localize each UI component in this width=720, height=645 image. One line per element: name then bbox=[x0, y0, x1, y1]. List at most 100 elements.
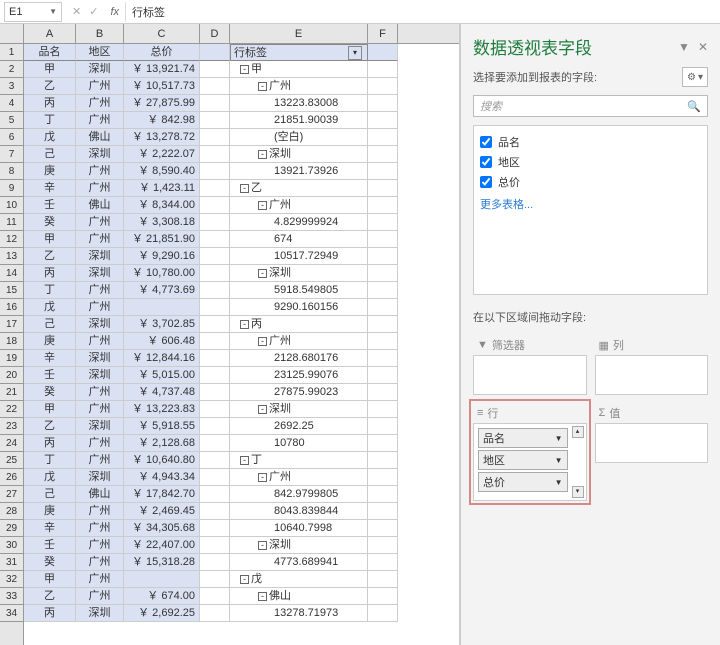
scroll-up-icon[interactable]: ▴ bbox=[572, 426, 584, 438]
cell[interactable] bbox=[368, 146, 398, 163]
cell[interactable]: -广州 bbox=[230, 469, 368, 486]
cell[interactable]: -深圳 bbox=[230, 146, 368, 163]
column-header-F[interactable]: F bbox=[368, 24, 398, 43]
cell[interactable]: 深圳 bbox=[76, 367, 124, 384]
cell[interactable]: 辛 bbox=[24, 520, 76, 537]
filter-zone[interactable]: ▼筛选器 bbox=[469, 331, 591, 399]
cell[interactable] bbox=[368, 112, 398, 129]
cell[interactable]: 广州 bbox=[76, 452, 124, 469]
cell[interactable]: 广州 bbox=[76, 537, 124, 554]
cell[interactable]: 丁 bbox=[24, 452, 76, 469]
cell[interactable]: ￥ 13,921.74 bbox=[124, 61, 200, 78]
cell[interactable] bbox=[200, 554, 230, 571]
cell[interactable]: ￥ 3,702.85 bbox=[124, 316, 200, 333]
cell[interactable] bbox=[200, 231, 230, 248]
tree-toggle-icon[interactable]: - bbox=[240, 320, 249, 329]
cell[interactable]: -甲 bbox=[230, 61, 368, 78]
row-header[interactable]: 19 bbox=[0, 350, 23, 367]
cell[interactable]: 广州 bbox=[76, 571, 124, 588]
scroll-down-icon[interactable]: ▾ bbox=[572, 486, 584, 498]
row-header[interactable]: 32 bbox=[0, 571, 23, 588]
column-header-D[interactable]: D bbox=[200, 24, 230, 43]
cell[interactable]: 5918.549805 bbox=[230, 282, 368, 299]
row-header[interactable]: 5 bbox=[0, 112, 23, 129]
pane-close-icon[interactable]: ✕ bbox=[698, 40, 708, 54]
row-header[interactable]: 17 bbox=[0, 316, 23, 333]
cell[interactable]: 辛 bbox=[24, 180, 76, 197]
cell[interactable] bbox=[368, 214, 398, 231]
cell[interactable]: 甲 bbox=[24, 231, 76, 248]
cell[interactable]: ￥ 8,344.00 bbox=[124, 197, 200, 214]
cell[interactable] bbox=[200, 503, 230, 520]
cell[interactable]: 己 bbox=[24, 316, 76, 333]
cell[interactable] bbox=[200, 520, 230, 537]
field-checkbox[interactable] bbox=[480, 136, 492, 148]
cell[interactable]: ￥ 2,469.45 bbox=[124, 503, 200, 520]
cell[interactable]: 广州 bbox=[76, 554, 124, 571]
row-header[interactable]: 28 bbox=[0, 503, 23, 520]
cell[interactable]: ￥ 5,015.00 bbox=[124, 367, 200, 384]
cell[interactable] bbox=[124, 571, 200, 588]
cell[interactable]: 甲 bbox=[24, 571, 76, 588]
select-all-corner[interactable] bbox=[0, 24, 24, 43]
cell[interactable]: -丙 bbox=[230, 316, 368, 333]
cell[interactable] bbox=[368, 452, 398, 469]
cell[interactable]: 4773.689941 bbox=[230, 554, 368, 571]
cell[interactable] bbox=[200, 282, 230, 299]
cell[interactable] bbox=[200, 248, 230, 265]
column-header-C[interactable]: C bbox=[124, 24, 200, 43]
cell[interactable]: ￥ 4,943.34 bbox=[124, 469, 200, 486]
cell[interactable]: 广州 bbox=[76, 299, 124, 316]
cell[interactable] bbox=[200, 571, 230, 588]
cell[interactable] bbox=[368, 571, 398, 588]
cell[interactable] bbox=[200, 486, 230, 503]
cell[interactable]: 23125.99076 bbox=[230, 367, 368, 384]
cell[interactable]: 674 bbox=[230, 231, 368, 248]
cell[interactable]: 癸 bbox=[24, 214, 76, 231]
cell[interactable] bbox=[368, 333, 398, 350]
field-item[interactable]: 地区 bbox=[480, 152, 701, 172]
cell[interactable]: 佛山 bbox=[76, 129, 124, 146]
field-pill-dropdown-icon[interactable]: ▼ bbox=[555, 434, 563, 443]
cell[interactable] bbox=[200, 588, 230, 605]
cell[interactable]: 9290.160156 bbox=[230, 299, 368, 316]
row-header[interactable]: 31 bbox=[0, 554, 23, 571]
cell[interactable]: 广州 bbox=[76, 282, 124, 299]
cell[interactable]: ￥ 1,423.11 bbox=[124, 180, 200, 197]
column-header-A[interactable]: A bbox=[24, 24, 76, 43]
cell[interactable]: -深圳 bbox=[230, 537, 368, 554]
row-header[interactable]: 4 bbox=[0, 95, 23, 112]
cell[interactable]: 己 bbox=[24, 146, 76, 163]
cell[interactable] bbox=[200, 129, 230, 146]
cell[interactable] bbox=[368, 435, 398, 452]
cell[interactable]: ￥ 5,918.55 bbox=[124, 418, 200, 435]
cell[interactable] bbox=[368, 384, 398, 401]
cell[interactable]: 壬 bbox=[24, 537, 76, 554]
cell[interactable] bbox=[200, 95, 230, 112]
cell[interactable]: ￥ 17,842.70 bbox=[124, 486, 200, 503]
cell[interactable]: ￥ 9,290.16 bbox=[124, 248, 200, 265]
cell[interactable] bbox=[124, 299, 200, 316]
row-header[interactable]: 23 bbox=[0, 418, 23, 435]
cell[interactable]: 广州 bbox=[76, 333, 124, 350]
cell[interactable] bbox=[200, 316, 230, 333]
cell[interactable]: 2692.25 bbox=[230, 418, 368, 435]
cell[interactable]: ￥ 13,278.72 bbox=[124, 129, 200, 146]
cell[interactable] bbox=[200, 214, 230, 231]
tree-toggle-icon[interactable]: - bbox=[258, 541, 267, 550]
cell[interactable]: ￥ 2,692.25 bbox=[124, 605, 200, 622]
cell[interactable]: -深圳 bbox=[230, 265, 368, 282]
cell[interactable]: 深圳 bbox=[76, 469, 124, 486]
cell[interactable]: 广州 bbox=[76, 78, 124, 95]
row-header[interactable]: 9 bbox=[0, 180, 23, 197]
rows-zone[interactable]: ≡行 ▴ ▾ 品名▼地区▼总价▼ bbox=[469, 399, 591, 505]
cell[interactable]: ￥ 606.48 bbox=[124, 333, 200, 350]
cell[interactable]: (空白) bbox=[230, 129, 368, 146]
cell[interactable]: 深圳 bbox=[76, 248, 124, 265]
tree-toggle-icon[interactable]: - bbox=[258, 150, 267, 159]
cell[interactable]: 广州 bbox=[76, 503, 124, 520]
cell[interactable]: 丙 bbox=[24, 265, 76, 282]
cell[interactable]: 癸 bbox=[24, 384, 76, 401]
cell[interactable]: 丁 bbox=[24, 112, 76, 129]
cell[interactable]: 戊 bbox=[24, 299, 76, 316]
